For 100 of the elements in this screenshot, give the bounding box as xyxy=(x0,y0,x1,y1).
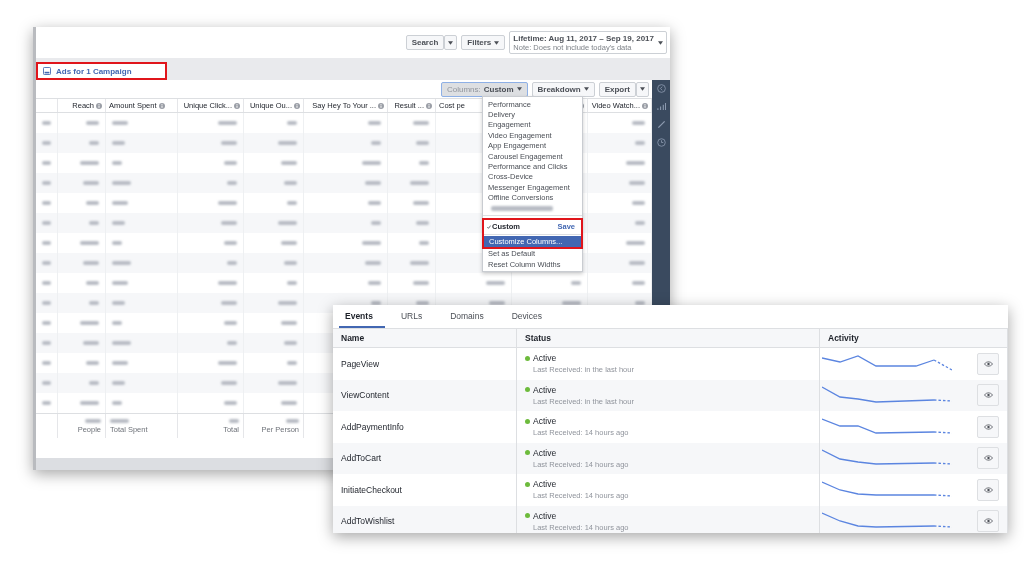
blurred-value xyxy=(416,141,429,145)
blurred-value xyxy=(489,301,505,305)
blurred-value xyxy=(221,381,237,385)
blurred-value xyxy=(286,418,299,423)
blurred-value xyxy=(112,261,131,265)
panel-tab[interactable]: Domains xyxy=(444,305,496,328)
blurred-value xyxy=(413,201,429,205)
filters-button[interactable]: Filters xyxy=(461,35,506,50)
blurred-value xyxy=(80,401,99,405)
blurred-value xyxy=(42,341,51,345)
view-button[interactable] xyxy=(977,384,999,407)
checkmark-icon xyxy=(487,224,491,229)
blurred-value xyxy=(413,121,429,125)
blurred-value xyxy=(86,121,99,125)
blurred-value xyxy=(629,181,645,185)
collapse-icon[interactable] xyxy=(656,84,666,93)
blurred-value xyxy=(224,161,237,165)
panel-tab[interactable]: Devices xyxy=(505,305,554,328)
blurred-value xyxy=(42,361,51,365)
blurred-value xyxy=(224,321,237,325)
blurred-value xyxy=(371,301,381,305)
caret-icon xyxy=(494,40,500,45)
search-options-button[interactable] xyxy=(444,35,458,50)
bar-chart-icon[interactable] xyxy=(656,102,666,111)
blurred-value xyxy=(80,161,99,165)
blurred-value xyxy=(83,341,99,345)
blurred-value xyxy=(278,141,297,145)
blurred-value xyxy=(221,301,237,305)
status-label: Active xyxy=(533,510,557,521)
blurred-value xyxy=(112,181,131,185)
blurred-value xyxy=(112,341,131,345)
blurred-value xyxy=(86,281,99,285)
blurred-value xyxy=(281,161,297,165)
pencil-icon[interactable] xyxy=(656,120,666,129)
blurred-value xyxy=(224,401,237,405)
blurred-value xyxy=(85,418,101,423)
blurred-value xyxy=(227,261,237,265)
blurred-value xyxy=(632,281,645,285)
blurred-value xyxy=(221,141,237,145)
blurred-value xyxy=(491,205,553,211)
blurred-value xyxy=(42,381,51,385)
blurred-value xyxy=(416,221,429,225)
caret-icon xyxy=(640,87,645,91)
export-button[interactable]: Export xyxy=(598,81,636,97)
panel-tab[interactable]: URLs xyxy=(394,305,435,328)
view-button[interactable] xyxy=(977,478,999,501)
status-label: Active xyxy=(533,353,557,364)
blurred-value xyxy=(284,341,297,345)
status-dot-icon xyxy=(525,418,530,424)
blurred-value xyxy=(112,321,122,325)
blurred-value xyxy=(110,418,129,423)
blurred-value xyxy=(287,361,297,365)
blurred-value xyxy=(112,121,128,125)
blurred-value xyxy=(227,341,237,345)
blurred-value xyxy=(86,201,99,205)
clock-icon[interactable] xyxy=(656,138,666,147)
blurred-value xyxy=(42,401,51,405)
blurred-value xyxy=(416,301,429,305)
view-button[interactable] xyxy=(977,352,999,375)
column-header: Name xyxy=(341,333,365,343)
status-dot-icon xyxy=(525,450,530,456)
blurred-value xyxy=(112,381,125,385)
blurred-value xyxy=(80,241,99,245)
breakdown-button[interactable]: Breakdown xyxy=(531,81,595,97)
blurred-value xyxy=(287,281,297,285)
caret-icon xyxy=(448,40,454,45)
blurred-value xyxy=(278,301,297,305)
blurred-value xyxy=(368,201,381,205)
campaign-tab[interactable]: Ads for 1 Campaign xyxy=(36,62,167,80)
blurred-value xyxy=(80,321,99,325)
blurred-value xyxy=(83,261,99,265)
blurred-value xyxy=(89,381,99,385)
view-button[interactable] xyxy=(977,510,999,533)
ad-icon xyxy=(43,67,51,75)
event-name: PageView xyxy=(341,358,380,369)
blurred-value xyxy=(42,281,51,285)
search-button[interactable]: Search xyxy=(405,35,445,50)
columns-button[interactable]: Columns: Custom xyxy=(440,81,528,97)
caret-icon xyxy=(583,87,589,91)
blurred-value xyxy=(410,261,429,265)
event-name: ViewContent xyxy=(341,390,390,401)
eye-icon xyxy=(983,518,993,525)
event-name: AddPaymentInfo xyxy=(341,421,404,432)
column-header: Activity xyxy=(828,333,859,343)
event-name: AddToWishlist xyxy=(341,516,395,527)
column-header: Status xyxy=(525,333,551,343)
export-options-button[interactable] xyxy=(636,81,649,97)
blurred-value xyxy=(368,281,381,285)
blurred-value xyxy=(368,121,381,125)
blurred-value xyxy=(42,301,51,305)
info-icon xyxy=(378,102,384,109)
status-dot-icon xyxy=(525,481,530,487)
view-button[interactable] xyxy=(977,447,999,470)
blurred-value xyxy=(42,181,51,185)
blurred-value xyxy=(42,221,51,225)
blurred-value xyxy=(284,181,297,185)
blurred-value xyxy=(42,141,51,145)
view-button[interactable] xyxy=(977,415,999,438)
blurred-value xyxy=(632,121,645,125)
eye-icon xyxy=(983,486,993,493)
